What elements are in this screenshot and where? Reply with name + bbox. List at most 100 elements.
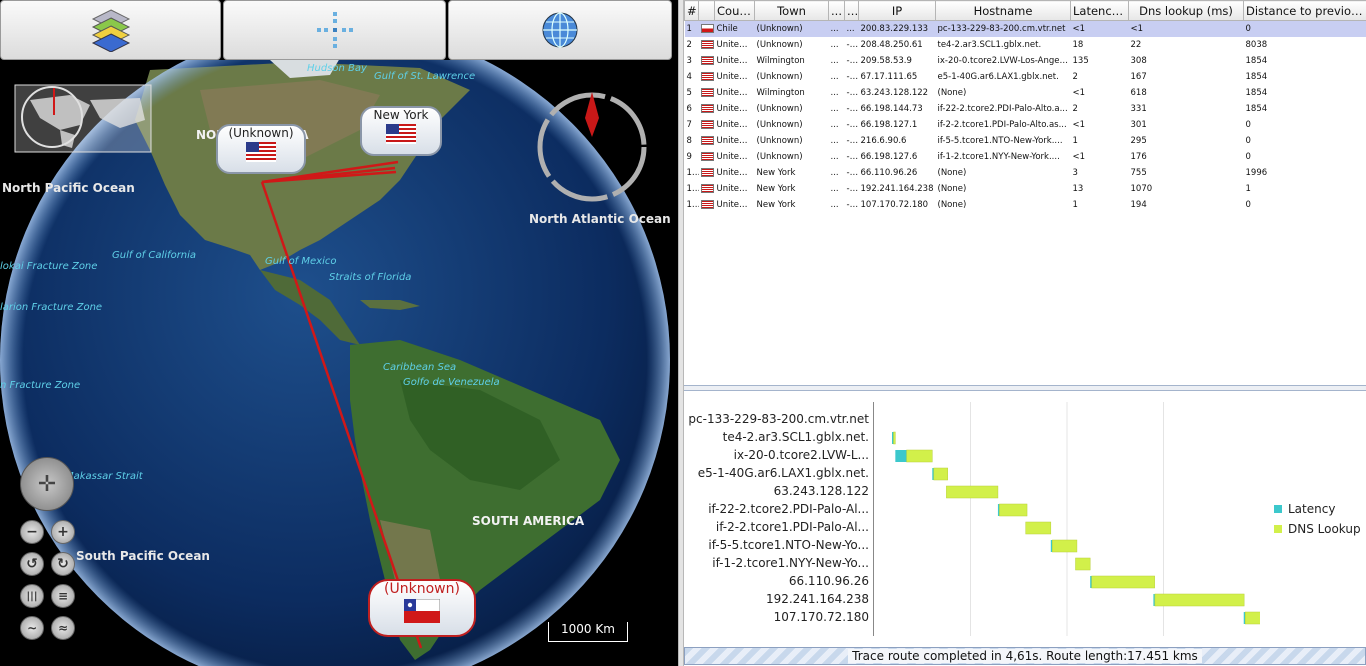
label-makassar-strait: Makassar Strait (65, 471, 143, 482)
legend-swatch-dns (1274, 525, 1282, 533)
table-row[interactable]: 1 Chile (Unknown)...... 200.83.229.133 pc-13… (684, 20, 1366, 37)
cell-dns: 194 (1130, 199, 1147, 210)
table-row[interactable]: 4 United... (Unknown)... -... 67.17.111.65 e5… (685, 69, 1366, 85)
table-row[interactable]: 6 United... (Unknown)... -... 66.198.144.73 i… (685, 101, 1366, 117)
cell-dns: 1070 (1130, 183, 1153, 194)
cell-lat: 1 (1072, 135, 1078, 146)
cell-c1: ... (830, 119, 839, 130)
cell-c2: -... (846, 135, 858, 146)
col-header-c2[interactable]: ... (844, 0, 859, 21)
cell-dns: 22 (1130, 39, 1142, 50)
col-header-country[interactable]: Coun... (714, 0, 755, 21)
rotate-right-button[interactable]: ↻ (51, 552, 75, 576)
cell-flag (699, 165, 715, 181)
col-header-distance[interactable]: Distance to previou... (1243, 0, 1366, 21)
rotate-left-button[interactable]: ↺ (20, 552, 44, 576)
globe-view[interactable]: Hudson Bay Gulf of St. Lawrence NORTH AM… (0, 25, 678, 666)
overview-minimap[interactable] (14, 84, 152, 153)
table-row[interactable]: 5 United... Wilmington... -... 63.243.128.12… (685, 85, 1366, 101)
cell-town: New York (756, 199, 796, 210)
cell-c2: -... (846, 119, 858, 130)
col-header-flag[interactable] (698, 0, 715, 21)
tilt-horizontal-button[interactable]: ≡ (51, 584, 75, 608)
us-flag-icon (700, 151, 714, 161)
pan-arrows-icon: ✛ (37, 471, 57, 497)
terrain-button[interactable]: ≈ (51, 616, 75, 640)
cell-town: New York (756, 167, 796, 178)
globe-button[interactable] (448, 0, 672, 60)
zoom-out-button[interactable]: − (20, 520, 44, 544)
chart-category-label: if-22-2.tcore2.PDI-Palo-Al... (708, 502, 869, 516)
chart-plot-area (873, 402, 1262, 636)
chart-category-label: e5-1-40G.ar6.LAX1.gblx.net. (697, 466, 869, 480)
table-row[interactable]: 8 United... (Unknown)... -... 216.6.90.6 if-5… (685, 133, 1366, 149)
col-header-town[interactable]: Town (754, 0, 829, 21)
cell-host: e5-1-40G.ar6.LAX1.gblx.net. (937, 71, 1059, 82)
cell-c2: -... (846, 167, 858, 178)
hops-table[interactable]: # Coun... Town ... ... IP Hostname Laten… (684, 0, 1366, 213)
label-straits-florida: Straits of Florida (329, 272, 412, 283)
marker-unknown-chile[interactable]: (Unknown) (368, 579, 476, 637)
chile-flag-icon (700, 23, 714, 33)
cell-c1: ... (830, 87, 839, 98)
cell-town: (Unknown) (754, 20, 829, 37)
cell-flag (699, 101, 715, 117)
cell-dist: 1854 (1245, 103, 1268, 114)
table-row[interactable]: 9 United... (Unknown)... -... 66.198.127.6 if… (685, 149, 1366, 165)
cell-c1: ... (830, 183, 839, 194)
legend-latency: Latency (1274, 502, 1335, 516)
plus-icon: + (57, 524, 69, 540)
cell-dns: 755 (1130, 167, 1147, 178)
tilt-vertical-button[interactable]: ||| (20, 584, 44, 608)
label-north-pacific: North Pacific Ocean (2, 181, 135, 195)
chart-category-label: if-2-2.tcore1.PDI-Palo-Al... (715, 520, 869, 534)
cell-c2: -... (846, 103, 858, 114)
cell-c1: ... (830, 135, 839, 146)
marker-unknown-us[interactable]: (Unknown) (216, 124, 306, 174)
cell-host: if-1-2.tcore1.NYY-New-York.... (937, 151, 1060, 162)
map-panel[interactable]: Hudson Bay Gulf of St. Lawrence NORTH AM… (0, 0, 678, 666)
marker-new-york[interactable]: New York (360, 106, 442, 156)
table-row[interactable]: 10 United... New York... -... 66.110.96.26 (N… (685, 165, 1366, 181)
cell-town: (Unknown) (756, 103, 803, 114)
cell-dist: 0 (1245, 119, 1251, 130)
col-header-latency[interactable]: Latency (... (1070, 0, 1129, 21)
zoom-in-button[interactable]: + (51, 520, 75, 544)
label-north-atlantic: North Atlantic Ocean (529, 212, 671, 226)
col-header-num[interactable]: # (684, 0, 699, 21)
chart-category-label: te4-2.ar3.SCL1.gblx.net. (722, 430, 869, 444)
us-flag-icon (700, 71, 714, 81)
cell-n: 4 (686, 71, 692, 82)
bar-dns-5 (946, 485, 999, 499)
label-south-pacific: South Pacific Ocean (76, 549, 210, 563)
col-header-c1[interactable]: ... (828, 0, 845, 21)
table-row[interactable]: 7 United... (Unknown)... -... 66.198.127.1 if… (685, 117, 1366, 133)
cell-n: 3 (686, 55, 692, 66)
col-header-dns[interactable]: Dns lookup (ms) (1128, 0, 1244, 21)
cell-dns: 295 (1130, 135, 1147, 146)
crosshair-button[interactable] (223, 0, 446, 60)
chart-category-label: 192.241.164.238 (765, 592, 869, 606)
label-caribbean-sea: Caribbean Sea (383, 362, 457, 373)
flatten-button[interactable]: ∼ (20, 616, 44, 640)
cell-flag (699, 197, 715, 213)
cell-town: (Unknown) (756, 119, 803, 130)
cell-c1: ... (830, 71, 839, 82)
cell-n: 10 (686, 167, 698, 178)
cell-dist: 1996 (1245, 167, 1268, 178)
col-header-ip[interactable]: IP (858, 0, 936, 21)
map-layers-button[interactable] (0, 0, 221, 60)
pan-control[interactable]: ✛ (20, 457, 74, 511)
table-row[interactable]: 2 United... (Unknown)... -... 208.48.250.61 t… (685, 37, 1366, 53)
col-header-hostname[interactable]: Hostname (935, 0, 1071, 21)
globe-svg (0, 25, 670, 666)
table-row[interactable]: 12 United... New York... -... 107.170.72.180… (685, 197, 1366, 213)
chart-category-label: 66.110.96.26 (788, 574, 869, 588)
cell-dns: 331 (1130, 103, 1147, 114)
cell-flag (699, 69, 715, 85)
table-row[interactable]: 3 United... Wilmington... -... 209.58.53.9 ix… (685, 53, 1366, 69)
cell-dist: 1854 (1245, 71, 1268, 82)
cell-c1: ... (830, 199, 839, 210)
table-row[interactable]: 11 United... New York... -... 192.241.164.23… (685, 181, 1366, 197)
cell-host: (None) (937, 183, 967, 194)
